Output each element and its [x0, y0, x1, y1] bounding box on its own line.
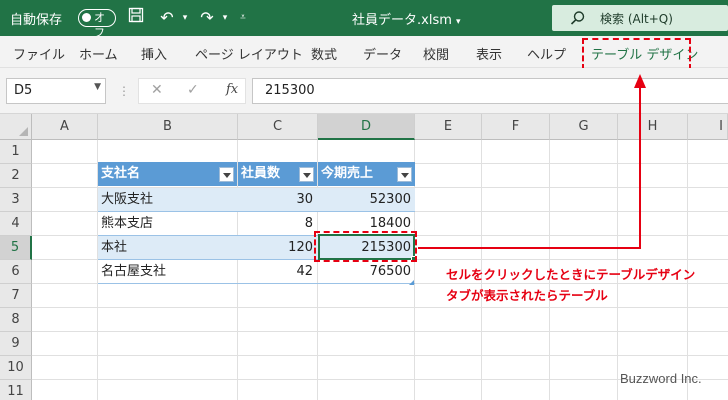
annotation-line-2: タブが表示されたらテーブル	[446, 288, 608, 303]
callout-arrow	[418, 74, 646, 249]
watermark: Buzzword Inc.	[620, 371, 702, 386]
annotation-note: セルをクリックしたときにテーブルデザイン タブが表示されたらテーブル	[446, 264, 695, 306]
annotation-line-1: セルをクリックしたときにテーブルデザイン	[446, 267, 696, 282]
